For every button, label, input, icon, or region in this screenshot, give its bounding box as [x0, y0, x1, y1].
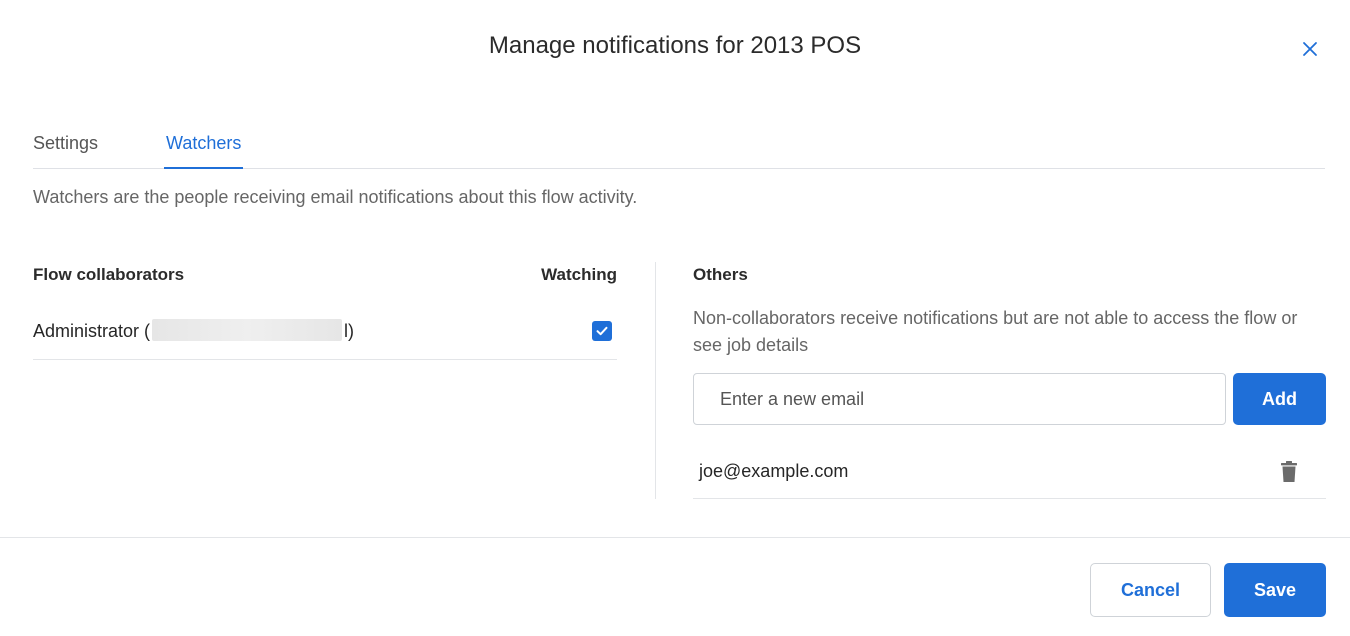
manage-notifications-dialog: Manage notifications for 2013 POS Settin…	[0, 0, 1350, 636]
trash-icon[interactable]	[1280, 461, 1298, 483]
watcher-email: joe@example.com	[699, 461, 849, 481]
column-divider	[655, 262, 656, 499]
watcher-email-row: joe@example.com	[693, 445, 1326, 499]
dialog-title: Manage notifications for 2013 POS	[488, 32, 862, 59]
tab-bar: Settings Watchers	[33, 128, 1325, 169]
close-icon	[1303, 42, 1317, 56]
flow-collaborators-label: Flow collaborators	[33, 265, 185, 284]
checkmark-icon	[596, 326, 608, 336]
tab-settings[interactable]: Settings	[33, 128, 98, 169]
others-description: Non-collaborators receive notifications …	[693, 308, 1298, 355]
collaborator-row: Administrator ( l)	[33, 305, 617, 360]
close-button[interactable]	[1297, 36, 1323, 62]
watching-checkbox[interactable]	[592, 321, 612, 341]
tab-watchers[interactable]: Watchers	[164, 128, 244, 169]
save-button[interactable]: Save	[1224, 563, 1326, 617]
watchers-description: Watchers are the people receiving email …	[33, 187, 638, 207]
collaborator-name-suffix: l)	[344, 321, 355, 341]
cancel-button[interactable]: Cancel	[1090, 563, 1211, 617]
redacted-email	[152, 319, 343, 341]
collaborator-name-prefix: Administrator (	[33, 321, 151, 341]
collaborator-name: Administrator ( l)	[33, 319, 354, 342]
add-email-button[interactable]: Add	[1233, 373, 1326, 425]
new-email-input[interactable]	[693, 373, 1226, 425]
others-title: Others	[693, 265, 748, 284]
collaborators-header: Flow collaborators Watching	[33, 265, 617, 285]
footer-divider	[0, 537, 1350, 538]
watching-label: Watching	[541, 265, 617, 284]
